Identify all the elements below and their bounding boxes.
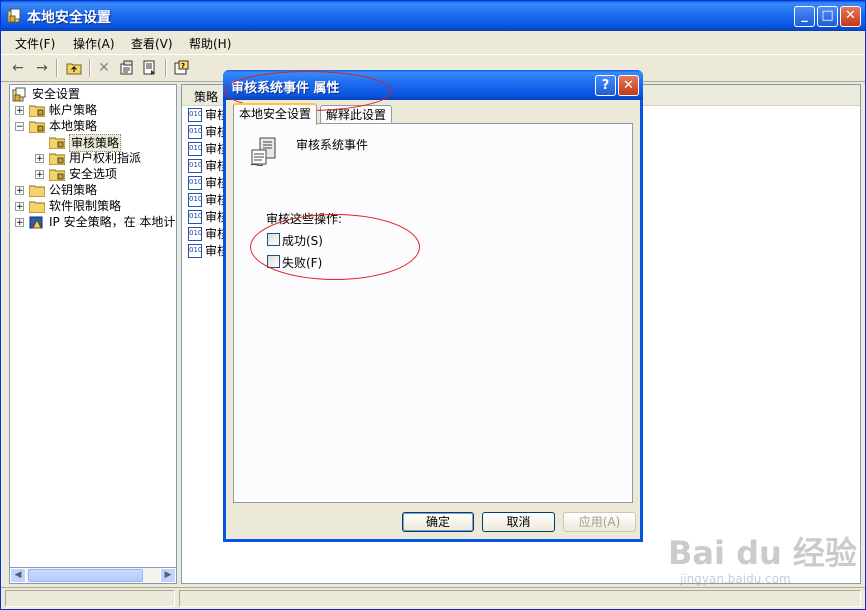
folder-lock-icon — [49, 153, 65, 165]
security-settings-icon — [12, 87, 26, 102]
expand-plus-icon[interactable]: + — [15, 106, 24, 116]
expand-plus-icon[interactable]: + — [35, 154, 44, 164]
arrow-left-icon: ← — [12, 60, 24, 76]
close-icon: ✕ — [845, 8, 856, 23]
folder-lock-icon — [29, 121, 45, 133]
menu-bar: 文件(F) 操作(A) 查看(V) 帮助(H) — [1, 31, 865, 53]
dialog-close-button[interactable]: ✕ — [618, 75, 639, 96]
status-cell — [5, 590, 175, 607]
minimize-icon: _ — [801, 8, 808, 23]
toolbar-separator — [165, 59, 167, 77]
policy-icon: 010 — [188, 244, 202, 258]
watermark-url: jingyan.baidu.com — [680, 572, 791, 586]
policy-icon: 010 — [188, 193, 202, 207]
collapse-minus-icon[interactable]: − — [15, 122, 24, 132]
tree-horizontal-scrollbar[interactable]: ◀ ▶ — [9, 567, 177, 584]
policy-icon: 010 — [188, 227, 202, 241]
maximize-icon: □ — [821, 8, 834, 23]
properties-button[interactable] — [116, 58, 138, 78]
title-bar[interactable]: 本地安全设置 _ □ ✕ — [1, 1, 865, 31]
tree-label: 用户权利指派 — [69, 151, 142, 165]
success-checkbox[interactable]: 成功(S) — [267, 232, 347, 248]
policy-icon: 010 — [188, 210, 202, 224]
ip-security-icon — [29, 216, 43, 229]
delete-icon: ✕ — [98, 60, 110, 76]
tree-label: IP 安全策略，在 本地计 — [49, 215, 176, 229]
tree-label: 安全设置 — [32, 87, 81, 101]
properties-dialog: 审核系统事件 属性 ? ✕ 本地安全设置 解释此设置 审核系统事件 审核这些操作… — [223, 70, 643, 542]
expand-plus-icon[interactable]: + — [15, 202, 24, 212]
tree-label: 公钥策略 — [49, 183, 98, 197]
dialog-title-bar[interactable]: 审核系统事件 属性 ? ✕ — [223, 70, 643, 100]
close-icon: ✕ — [623, 78, 634, 93]
question-icon: ? — [601, 78, 610, 93]
tab-explain[interactable]: 解释此设置 — [320, 105, 393, 125]
failure-checkbox[interactable]: 失败(F) — [267, 254, 347, 270]
minimize-button[interactable]: _ — [794, 6, 815, 27]
scroll-right-button[interactable]: ▶ — [160, 568, 176, 583]
tree-label: 本地策略 — [49, 119, 98, 133]
expand-plus-icon[interactable]: + — [15, 218, 24, 228]
menu-help[interactable]: 帮助(H) — [189, 35, 231, 52]
expand-plus-icon[interactable]: + — [15, 186, 24, 196]
column-header-policy[interactable]: 策略 — [194, 88, 218, 105]
policy-icon: 010 — [188, 108, 202, 122]
folder-lock-icon — [29, 105, 45, 117]
folder-lock-icon — [49, 169, 65, 181]
export-list-icon — [143, 60, 155, 75]
watermark-brand: Bai du 经验 — [668, 534, 857, 572]
audit-policy-icon — [250, 137, 276, 167]
arrow-right-icon: → — [36, 60, 48, 76]
policy-icon: 010 — [188, 125, 202, 139]
checkbox-box — [267, 255, 280, 268]
tab-pane: 审核系统事件 审核这些操作: 成功(S) 失败(F) — [233, 123, 633, 503]
arrow-right-icon: ▶ — [164, 570, 172, 580]
toolbar-separator — [89, 59, 91, 77]
dialog-help-button[interactable]: ? — [595, 75, 616, 96]
tree-label: 帐户策略 — [49, 103, 98, 117]
menu-file[interactable]: 文件(F) — [15, 35, 55, 52]
policy-name: 审核系统事件 — [296, 138, 369, 152]
tab-local-security-setting[interactable]: 本地安全设置 — [233, 103, 318, 125]
svg-text:?: ? — [181, 62, 185, 70]
maximize-button[interactable]: □ — [817, 6, 838, 27]
folder-icon — [29, 201, 45, 213]
toolbar-separator — [56, 59, 58, 77]
policy-icon: 010 — [188, 176, 202, 190]
failure-label: 失败(F) — [282, 256, 323, 270]
baidu-watermark: Bai du 经验 jingyan.baidu.com — [660, 520, 860, 600]
ok-button[interactable]: 确定 — [402, 512, 474, 532]
delete-button[interactable]: ✕ — [93, 58, 115, 78]
folder-up-icon — [66, 63, 82, 75]
tree-label: 软件限制策略 — [49, 199, 122, 213]
help-button[interactable]: ? — [170, 58, 192, 78]
close-button[interactable]: ✕ — [840, 6, 861, 27]
back-button[interactable]: ← — [7, 58, 29, 78]
security-settings-icon — [7, 8, 21, 23]
help-icon: ? — [174, 60, 189, 75]
scroll-left-button[interactable]: ◀ — [10, 568, 26, 583]
console-tree[interactable]: 安全设置 + 帐户策略 − 本地策略 审核策略 + 用户权利指派 + 安全选项 — [9, 84, 177, 584]
properties-icon — [120, 60, 133, 75]
menu-action[interactable]: 操作(A) — [73, 35, 115, 52]
policy-icon: 010 — [188, 159, 202, 173]
folder-lock-icon — [49, 137, 65, 149]
expand-plus-icon[interactable]: + — [35, 170, 44, 180]
arrow-left-icon: ◀ — [14, 570, 22, 580]
menu-view[interactable]: 查看(V) — [131, 35, 173, 52]
apply-button[interactable]: 应用(A) — [563, 512, 636, 532]
success-label: 成功(S) — [282, 234, 323, 248]
forward-button[interactable]: → — [31, 58, 53, 78]
tree-label: 安全选项 — [69, 167, 118, 181]
up-level-button[interactable] — [63, 58, 85, 78]
checkbox-box — [267, 233, 280, 246]
window-title: 本地安全设置 — [27, 10, 111, 26]
audit-group-label: 审核这些操作: — [266, 212, 343, 226]
folder-icon — [29, 185, 45, 197]
scroll-thumb[interactable] — [28, 569, 143, 582]
cancel-button[interactable]: 取消 — [482, 512, 555, 532]
dialog-title: 审核系统事件 属性 — [231, 81, 340, 96]
export-list-button[interactable] — [139, 58, 161, 78]
policy-icon: 010 — [188, 142, 202, 156]
